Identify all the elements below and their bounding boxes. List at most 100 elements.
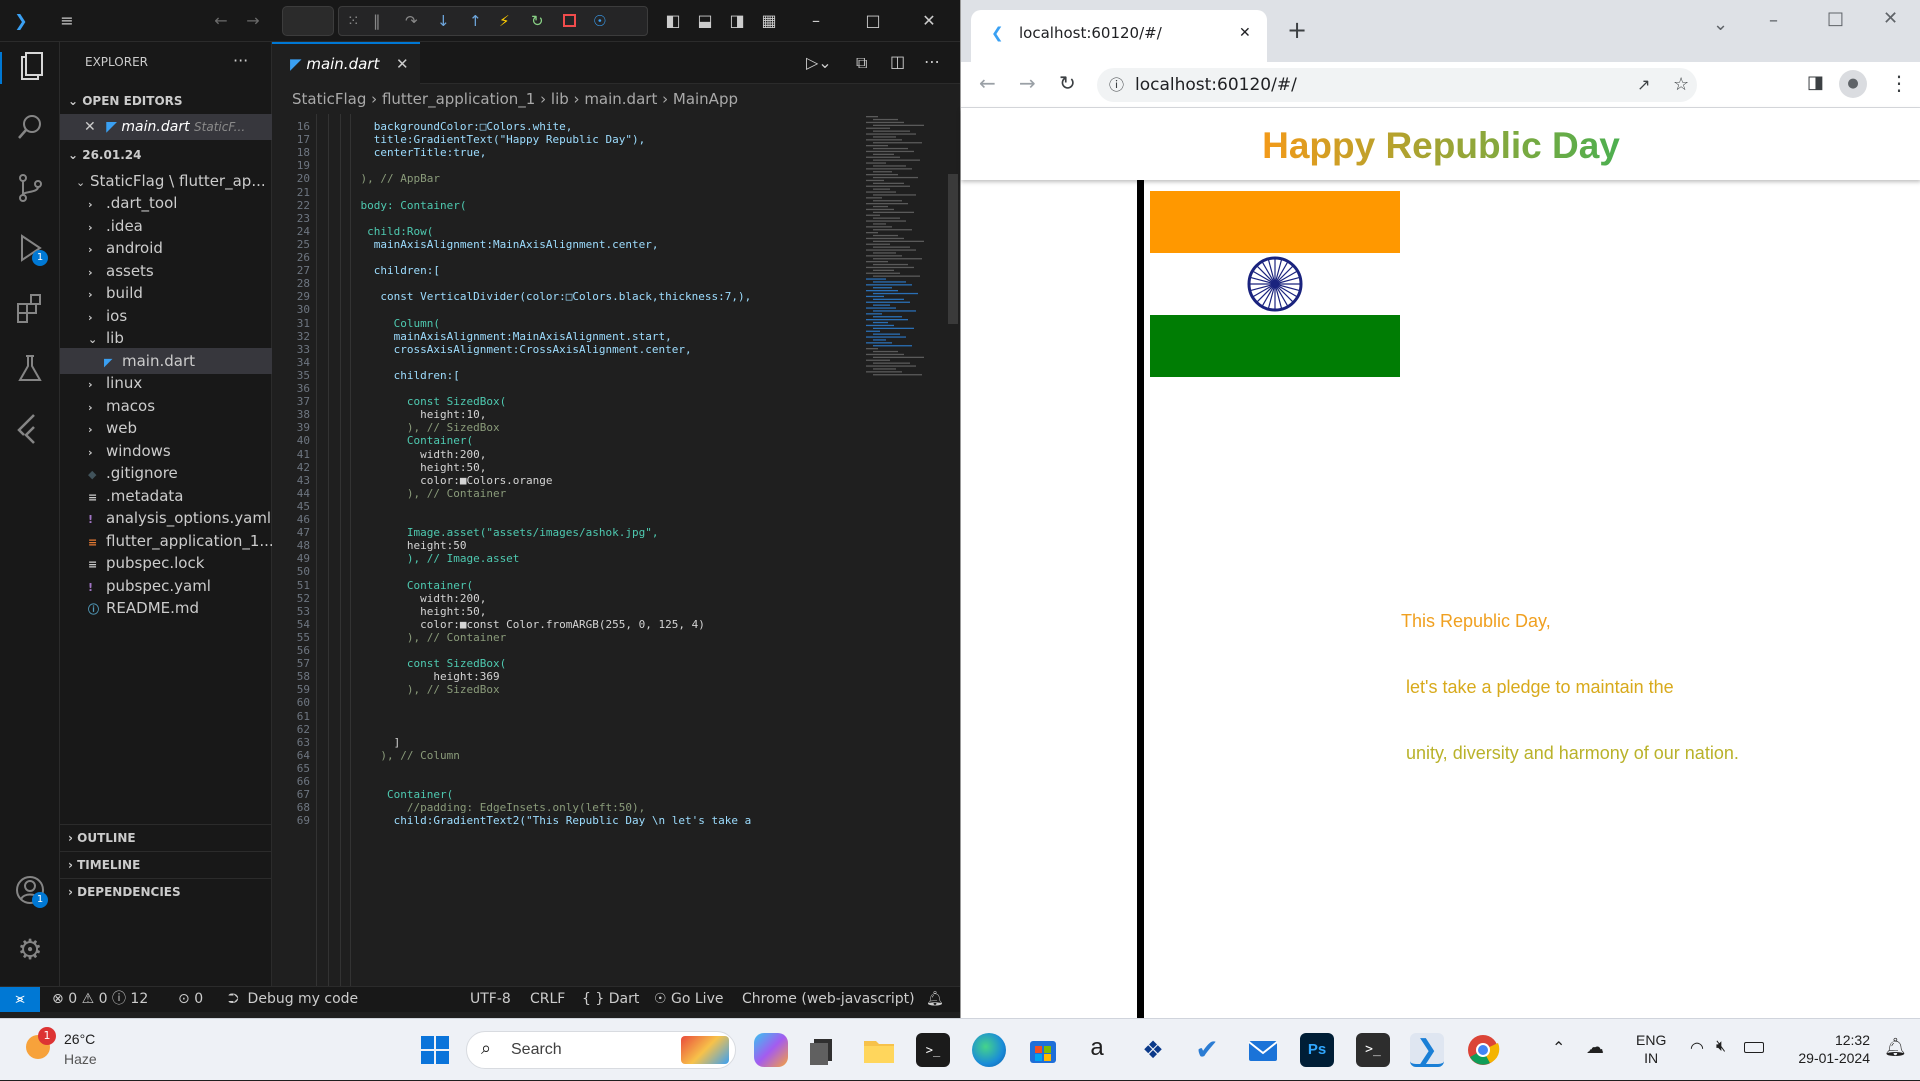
ports-indicator[interactable]: ⊙ 0	[178, 987, 203, 1011]
source-control-icon[interactable]	[14, 172, 46, 204]
mail-icon[interactable]	[1246, 1033, 1280, 1067]
language-indicator[interactable]: { } Dart	[582, 987, 639, 1011]
chrome-reload-icon[interactable]: ↻	[1059, 71, 1076, 95]
devtools-icon[interactable]: ☉	[593, 12, 606, 30]
back-arrow-icon[interactable]: ←	[210, 10, 232, 32]
edge-icon[interactable]	[972, 1033, 1006, 1067]
settings-gear-icon[interactable]: ⚙	[14, 934, 46, 966]
chrome-taskbar-icon[interactable]	[1466, 1033, 1500, 1067]
eol-indicator[interactable]: CRLF	[530, 987, 565, 1011]
profile-avatar-icon[interactable]: ●	[1839, 70, 1867, 98]
minimap[interactable]	[860, 114, 960, 986]
bookmark-star-icon[interactable]: ☆	[1673, 68, 1689, 102]
chrome-menu-icon[interactable]: ⋮	[1889, 71, 1909, 95]
battery-icon[interactable]	[1744, 1042, 1764, 1053]
clock[interactable]: 12:32 29-01-2024	[1784, 1031, 1870, 1067]
chrome-minimize-icon[interactable]: –	[1769, 10, 1778, 31]
amazon-icon[interactable]: a	[1080, 1033, 1114, 1067]
chrome-maximize-icon[interactable]: □	[1827, 8, 1844, 29]
language-indicator[interactable]: ENG IN	[1636, 1031, 1666, 1067]
wifi-icon[interactable]: ◠	[1690, 1038, 1704, 1058]
volume-muted-icon[interactable]: 🔇︎	[1716, 1038, 1726, 1056]
tab-search-icon[interactable]: ⌄	[1713, 14, 1728, 35]
accounts-icon[interactable]: 1	[14, 874, 48, 908]
toggle-secondary-sidebar-icon[interactable]: ◨	[726, 10, 748, 32]
flutter-icon[interactable]	[14, 412, 46, 444]
search-icon[interactable]	[14, 112, 46, 144]
breadcrumb-item[interactable]: flutter_application_1	[382, 90, 535, 108]
close-editor-icon[interactable]: ✕	[84, 119, 96, 135]
encoding-indicator[interactable]: UTF-8	[470, 987, 511, 1011]
chrome-tab-close-icon[interactable]: ✕	[1239, 10, 1251, 56]
testing-icon[interactable]	[14, 352, 46, 384]
explorer-more-icon[interactable]: ···	[233, 51, 248, 70]
breadcrumb-item[interactable]: lib	[551, 90, 569, 108]
notification-bell-icon[interactable]: 🔔︎	[1884, 1037, 1907, 1058]
drag-handle-icon[interactable]: ⁙	[347, 12, 360, 30]
outline-section[interactable]: › OUTLINE	[60, 824, 272, 850]
tray-chevron-up-icon[interactable]: ⌃	[1552, 1038, 1565, 1058]
photoshop-icon[interactable]: Ps	[1300, 1033, 1334, 1067]
store-icon[interactable]	[1026, 1033, 1060, 1067]
workspace-folder-section[interactable]: ⌄ 26.01.24	[60, 142, 272, 168]
copilot-icon[interactable]	[754, 1033, 788, 1067]
weather-widget[interactable]: 1 26°C Haze	[22, 1027, 112, 1073]
tree-item[interactable]: ⓘ README.md	[60, 595, 272, 621]
chrome-close-icon[interactable]: ✕	[1883, 8, 1898, 29]
maximize-icon[interactable]: □	[862, 10, 884, 32]
toggle-sidebar-icon[interactable]: ◧	[662, 10, 684, 32]
breadcrumb-item[interactable]: main.dart	[584, 90, 657, 108]
device-indicator[interactable]: Chrome (web-javascript)	[742, 987, 915, 1011]
breadcrumb-item[interactable]: StaticFlag	[292, 90, 366, 108]
notifications-bell-icon[interactable]: 🔔︎	[926, 987, 944, 1011]
debug-indicator[interactable]: ⮊ Debug my code	[228, 987, 358, 1011]
terminal-app-icon[interactable]: >_	[916, 1033, 950, 1067]
layout-icon[interactable]: ▦	[758, 10, 780, 32]
onedrive-cloud-icon[interactable]: ☁︎	[1586, 1037, 1604, 1058]
menu-icon[interactable]: ≡	[56, 10, 78, 32]
command-center[interactable]	[282, 6, 334, 36]
dependencies-section[interactable]: › DEPENDENCIES	[60, 878, 272, 904]
todo-check-icon[interactable]: ✔	[1190, 1033, 1224, 1067]
close-icon[interactable]: ✕	[918, 10, 940, 32]
remote-indicator[interactable]: ⪤	[0, 987, 40, 1012]
new-tab-icon[interactable]: +	[1287, 16, 1307, 44]
chrome-tab[interactable]: ❮ localhost:60120/#/ ✕	[971, 10, 1267, 62]
tab-close-icon[interactable]: ✕	[396, 44, 409, 84]
windows-terminal-icon[interactable]: >_	[1356, 1033, 1390, 1067]
open-editors-section[interactable]: ⌄ OPEN EDITORS	[60, 88, 272, 114]
editor-more-icon[interactable]: ⋯	[924, 52, 940, 71]
extensions-icon[interactable]	[14, 292, 46, 324]
chrome-back-icon[interactable]: ←	[979, 71, 996, 95]
breadcrumb-item[interactable]: MainApp	[673, 90, 738, 108]
open-editor-main-dart[interactable]: ✕ ◤ main.dart StaticF...	[60, 114, 272, 140]
address-bar[interactable]: ⓘ localhost:60120/#/ ↗ ☆	[1097, 68, 1697, 102]
dropbox-icon[interactable]: ❖	[1136, 1033, 1170, 1067]
hot-reload-icon[interactable]: ⚡	[499, 12, 510, 30]
step-into-icon[interactable]: ↓	[437, 12, 450, 30]
open-changes-icon[interactable]: ⧉	[856, 53, 867, 73]
tab-main-dart[interactable]: ◤ main.dart ✕	[272, 42, 420, 84]
step-out-icon[interactable]: ↑	[469, 12, 482, 30]
start-windows-icon[interactable]	[418, 1033, 452, 1067]
file-explorer-icon[interactable]	[862, 1033, 896, 1067]
run-debug-icon[interactable]: 1	[14, 232, 48, 266]
code-editor[interactable]: 16 backgroundColor:□Colors.white, 17 titl…	[272, 114, 862, 986]
timeline-section[interactable]: › TIMELINE	[60, 851, 272, 877]
share-icon[interactable]: ↗	[1637, 68, 1650, 102]
taskbar-search[interactable]: ⌕ Search	[466, 1031, 736, 1069]
problems-indicator[interactable]: ⊗ 0 ⚠ 0 ⓘ 12	[52, 987, 148, 1011]
step-over-icon[interactable]: ↷	[405, 12, 418, 30]
task-view-icon[interactable]	[806, 1033, 840, 1067]
restart-icon[interactable]: ↻	[531, 12, 544, 30]
chrome-forward-icon[interactable]: →	[1019, 71, 1036, 95]
vscode-taskbar-icon[interactable]: ❯	[1410, 1033, 1444, 1067]
minimize-icon[interactable]: –	[805, 10, 827, 32]
explorer-icon[interactable]	[0, 52, 60, 84]
run-menu-icon[interactable]: ▷⌄	[806, 53, 832, 72]
toggle-panel-icon[interactable]: ⬓	[694, 10, 716, 32]
pause-icon[interactable]: ‖	[373, 12, 381, 30]
scrollbar-thumb[interactable]	[948, 174, 958, 324]
stop-icon[interactable]	[563, 14, 576, 27]
golive-indicator[interactable]: ☉ Go Live	[654, 987, 723, 1011]
